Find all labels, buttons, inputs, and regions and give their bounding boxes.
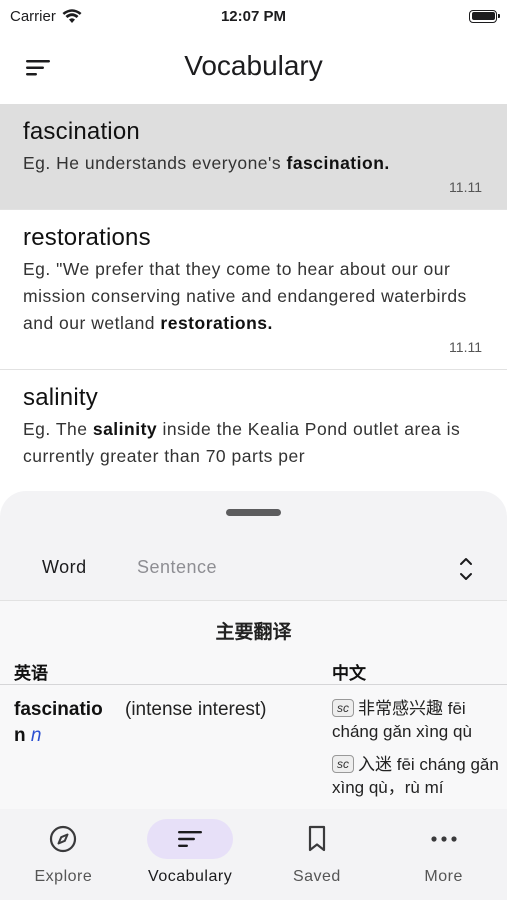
- bookmark-icon: [308, 825, 325, 852]
- app-bar: Vocabulary: [0, 32, 507, 104]
- translation-header-row: 英语 中文: [0, 655, 507, 685]
- tab-word[interactable]: Word: [42, 557, 87, 578]
- more-dots-icon: [431, 836, 457, 842]
- sc-badge: sc: [332, 699, 354, 717]
- chinese-entry: sc 入迷 fēi cháng gǎn xìng qù，rù mí: [332, 755, 499, 797]
- nav-more[interactable]: More: [380, 809, 507, 900]
- translation-targets: sc 非常感兴趣 fēi cháng gǎn xìng qù sc 入迷 fēi c…: [332, 697, 502, 809]
- sheet-tabs: Word Sentence: [0, 535, 507, 601]
- translation-definition: (intense interest): [125, 699, 267, 720]
- vocab-word: fascination: [23, 118, 140, 145]
- bottom-nav: Explore Vocabulary Saved More: [0, 809, 507, 900]
- vocab-word: salinity: [23, 384, 98, 411]
- translation-source: fascinatio n n (intense interest): [14, 697, 324, 749]
- wifi-icon: [62, 8, 82, 23]
- status-bar: Carrier 12:07 PM: [0, 0, 507, 32]
- sort-lines-icon: [178, 831, 203, 847]
- vocab-example: Eg. He understands everyone's fascinatio…: [23, 153, 390, 173]
- sort-lines-icon: [26, 60, 50, 76]
- column-chinese: 中文: [332, 664, 366, 683]
- vocab-item[interactable]: salinity Eg. The salinity inside the Kea…: [0, 370, 507, 486]
- vocab-item[interactable]: fascination Eg. He understands everyone'…: [0, 104, 507, 210]
- part-of-speech: n: [30, 725, 42, 746]
- vocab-date: 11.11: [449, 179, 482, 195]
- menu-button[interactable]: [22, 54, 54, 82]
- chevron-up-down-icon[interactable]: [455, 554, 477, 584]
- compass-icon: [50, 825, 77, 853]
- nav-label: Saved: [292, 868, 341, 885]
- chinese-entry: sc 非常感兴趣 fēi cháng gǎn xìng qù: [332, 699, 472, 741]
- column-english: 英语: [14, 664, 48, 683]
- translation-table: 主要翻译 英语 中文 fascinatio n n (intense inter…: [0, 601, 507, 809]
- tab-sentence[interactable]: Sentence: [137, 557, 217, 578]
- carrier-label: Carrier: [10, 7, 56, 25]
- nav-label: More: [424, 868, 463, 885]
- translation-sheet: Word Sentence 主要翻译 英语 中文 fascinatio n n …: [0, 491, 507, 809]
- translation-word: fascinatio n: [14, 699, 103, 746]
- status-left: Carrier: [10, 8, 82, 25]
- vocab-list: fascination Eg. He understands everyone'…: [0, 104, 507, 504]
- vocab-example: Eg. The salinity inside the Kealia Pond …: [23, 419, 461, 466]
- vocab-item[interactable]: restorations Eg. "We prefer that they co…: [0, 210, 507, 370]
- nav-label: Vocabulary: [148, 868, 233, 885]
- battery-icon: [469, 9, 500, 23]
- nav-explore[interactable]: Explore: [0, 809, 127, 900]
- sheet-drag-handle[interactable]: [226, 509, 281, 516]
- nav-vocabulary[interactable]: Vocabulary: [127, 809, 254, 900]
- nav-label: Explore: [34, 868, 93, 885]
- vocab-word: restorations: [23, 224, 151, 251]
- vocab-example: Eg. "We prefer that they come to hear ab…: [23, 259, 467, 333]
- vocab-date: 11.11: [449, 339, 482, 355]
- translation-heading: 主要翻译: [215, 622, 292, 643]
- sc-badge: sc: [332, 755, 354, 773]
- page-title: Vocabulary: [184, 50, 323, 81]
- nav-saved[interactable]: Saved: [254, 809, 381, 900]
